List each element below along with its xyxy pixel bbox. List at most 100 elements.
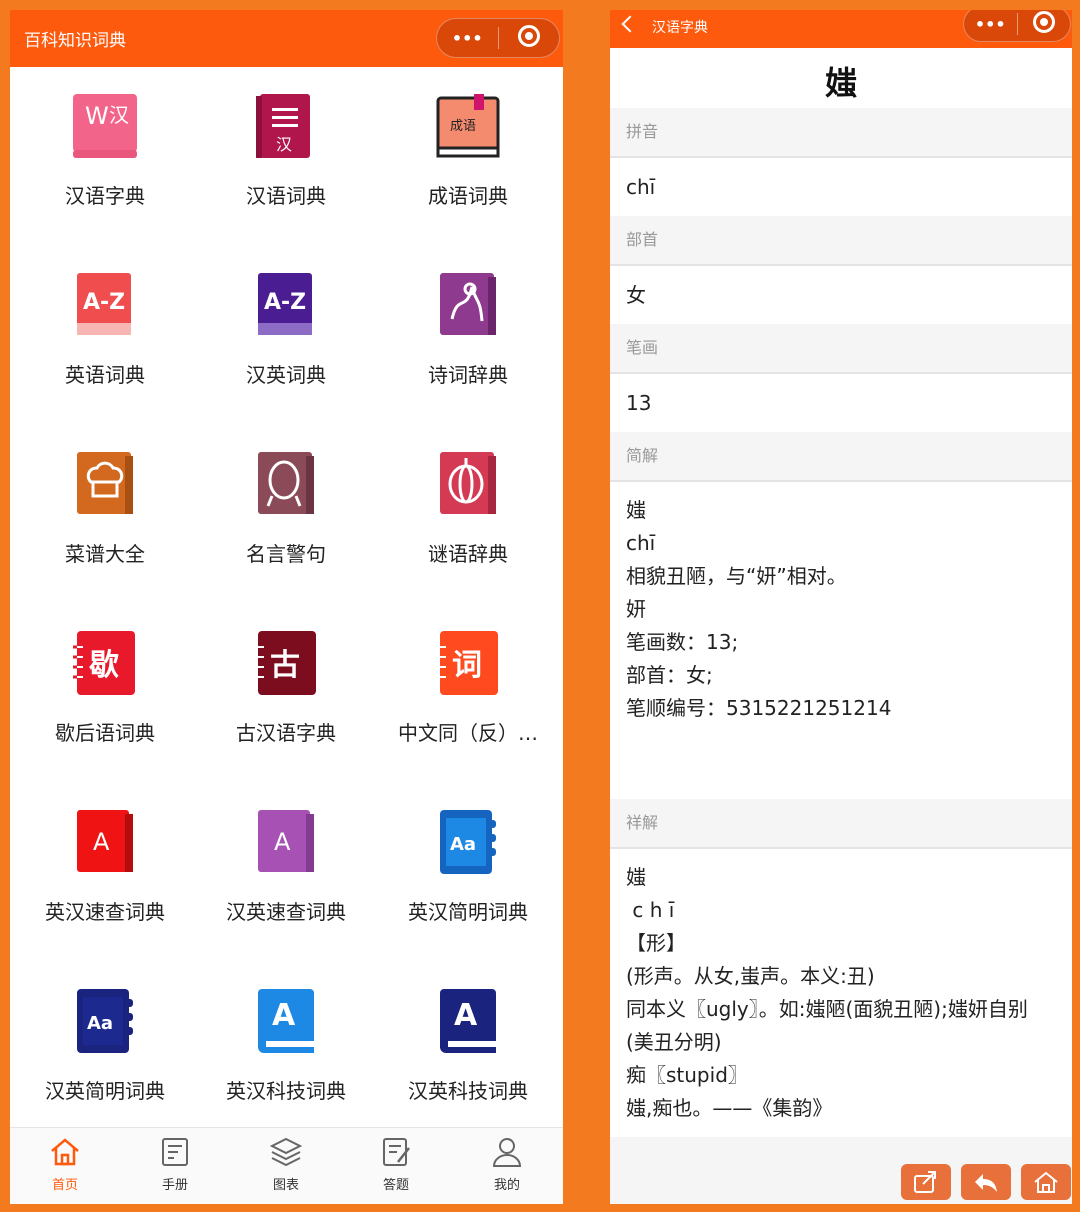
svg-text:A-Z: A-Z (264, 290, 306, 315)
section-title: 笔画 (610, 324, 1072, 374)
grid-item-label: 古汉语字典 (236, 721, 336, 745)
brief-line: 笔画数：13; (626, 630, 739, 654)
tab-manual[interactable]: 手册 (120, 1128, 230, 1204)
aa-blue-notebook-icon: Aa (440, 810, 496, 874)
detail-line: 媸 (626, 865, 646, 889)
grid-item-hanyu-zidian[interactable]: W汉 汉语字典 (10, 67, 200, 246)
quiz-icon (383, 1138, 410, 1166)
grid-item-yinghan-jianming[interactable]: Aa 英汉简明词典 (373, 783, 563, 962)
svg-text:A: A (93, 828, 110, 856)
detail-section: 祥解 媸 c h ī 【形】 (形声。从女,蚩声。本义:丑) 同本义〖ugly〗… (610, 799, 1072, 1125)
svg-text:成语: 成语 (450, 119, 476, 134)
grid-item-label: 汉英速查词典 (226, 900, 346, 924)
grid-item-label: 英汉简明词典 (408, 900, 528, 924)
face-icon (258, 452, 314, 514)
back-button[interactable] (961, 1164, 1011, 1200)
grid-item-label: 成语词典 (428, 184, 508, 208)
grid-item-label: 英语词典 (65, 363, 145, 387)
tab-profile[interactable]: 我的 (452, 1128, 562, 1204)
reply-icon (975, 1174, 997, 1192)
home-button[interactable] (1021, 1164, 1071, 1200)
grid-item-yinghan-keji[interactable]: A 英汉科技词典 (191, 962, 381, 1141)
grid-item-hanying[interactable]: A-Z 汉英词典 (191, 246, 381, 425)
section-title: 祥解 (610, 799, 1072, 849)
grid-item-hanyu-cidian[interactable]: 汉 汉语词典 (191, 67, 381, 246)
grid-item-yinghan-suchao[interactable]: A 英汉速查词典 (10, 783, 200, 962)
target-icon (1032, 11, 1055, 33)
strokes-value: 13 (626, 391, 652, 415)
grid-item-hanying-keji[interactable]: A 汉英科技词典 (373, 962, 563, 1141)
tab-quiz[interactable]: 答题 (341, 1128, 451, 1204)
pinyin-value: chī (626, 175, 656, 199)
mini-program-capsule: ••• (963, 10, 1071, 42)
ci-notebook-icon: 词 (436, 631, 498, 695)
brief-line: 笔顺编号：5315221251214 (626, 696, 892, 720)
poetry-icon (440, 273, 496, 335)
grid-item-label: 歇后语词典 (55, 721, 155, 745)
grid-item-xiehouyu[interactable]: 歇 歇后语词典 (10, 604, 200, 783)
svg-text:词: 词 (452, 648, 482, 683)
chengyu-cidian-icon: 成语 (436, 94, 500, 158)
brief-line: 部首：女; (626, 663, 713, 687)
grid-item-recipes[interactable]: 菜谱大全 (10, 425, 200, 604)
grid-item-english[interactable]: A-Z 英语词典 (10, 246, 200, 425)
grid-item-hanying-suchao[interactable]: A 汉英速查词典 (191, 783, 381, 962)
mini-program-capsule: ••• (436, 18, 560, 58)
close-target-button[interactable] (1018, 11, 1071, 37)
tab-charts[interactable]: 图表 (231, 1128, 341, 1204)
grid-item-synonyms[interactable]: 词 中文同（反）… (373, 604, 563, 783)
detail-body: 媸 c h ī 【形】 (形声。从女,蚩声。本义:丑) 同本义〖ugly〗。如:… (610, 849, 1072, 1125)
section-title: 部首 (610, 216, 1072, 266)
app-title: 百科知识词典 (24, 31, 126, 51)
tab-label: 答题 (382, 1178, 409, 1193)
character-heading: 媸 (824, 64, 857, 102)
detail-line: 痴〖stupid〗 (626, 1063, 748, 1087)
grid-item-label: 汉英科技词典 (408, 1079, 528, 1103)
home-screen: 百科知识词典 ••• W汉 汉语字典 汉 汉语词典 成语 成语词典 A-Z 英语… (10, 10, 563, 1204)
svg-text:Aa: Aa (450, 834, 476, 855)
brief-section: 简解 媸 chī 相貌丑陋，与“妍”相对。 妍 笔画数：13; 部首：女; 笔顺… (610, 432, 1072, 800)
hanyu-cidian-icon: 汉 (256, 94, 310, 158)
detail-line: 同本义〖ugly〗。如:媸陋(面貌丑陋);媸妍自别 (626, 997, 1028, 1021)
grid-item-label: 谜语辞典 (428, 542, 508, 566)
gu-notebook-icon: 古 (254, 631, 316, 695)
home-icon (1034, 1171, 1058, 1193)
tab-home[interactable]: 首页 (10, 1128, 120, 1204)
grid-item-hanying-jianming[interactable]: Aa 汉英简明词典 (10, 962, 200, 1141)
svg-text:汉: 汉 (109, 103, 129, 127)
grid-item-label: 名言警句 (246, 542, 326, 566)
profile-icon (492, 1138, 522, 1167)
bottom-tab-bar: 首页 手册 图表 答题 我的 (10, 1127, 563, 1204)
svg-text:古: 古 (270, 648, 300, 683)
more-menu-icon[interactable]: ••• (437, 29, 498, 48)
grid-item-chengyu-cidian[interactable]: 成语 成语词典 (373, 67, 563, 246)
page-title: 汉语字典 (652, 20, 708, 36)
close-target-button[interactable] (499, 25, 560, 51)
aa-navy-notebook-icon: Aa (77, 989, 133, 1053)
grid-item-label: 菜谱大全 (65, 542, 145, 566)
back-arrow-icon[interactable] (621, 15, 639, 33)
target-icon (517, 25, 540, 47)
more-menu-icon[interactable]: ••• (964, 15, 1017, 34)
grid-item-riddles[interactable]: 谜语辞典 (373, 425, 563, 604)
manual-icon (162, 1138, 188, 1166)
grid-item-label: 汉英词典 (246, 363, 326, 387)
tab-label: 图表 (272, 1178, 299, 1193)
tab-label: 首页 (51, 1178, 78, 1193)
share-icon (914, 1171, 936, 1193)
grid-item-gu-hanyu[interactable]: 古 古汉语字典 (191, 604, 381, 783)
grid-item-label: 中文同（反）… (398, 721, 538, 745)
tab-label: 手册 (161, 1178, 188, 1193)
xie-notebook-icon: 歇 (73, 631, 135, 695)
radical-value: 女 (626, 283, 646, 307)
pinyin-section: 拼音 chī (610, 108, 1072, 216)
layers-icon (270, 1137, 302, 1167)
grid-item-poetry[interactable]: 诗词辞典 (373, 246, 563, 425)
svg-text:Aa: Aa (87, 1013, 113, 1034)
grid-item-label: 诗词辞典 (428, 363, 508, 387)
svg-text:A-Z: A-Z (83, 290, 125, 315)
share-button[interactable] (901, 1164, 951, 1200)
grid-item-quotes[interactable]: 名言警句 (191, 425, 381, 604)
top-bar: 汉语字典 ••• (610, 10, 1072, 48)
grid-item-label: 汉语字典 (65, 184, 145, 208)
